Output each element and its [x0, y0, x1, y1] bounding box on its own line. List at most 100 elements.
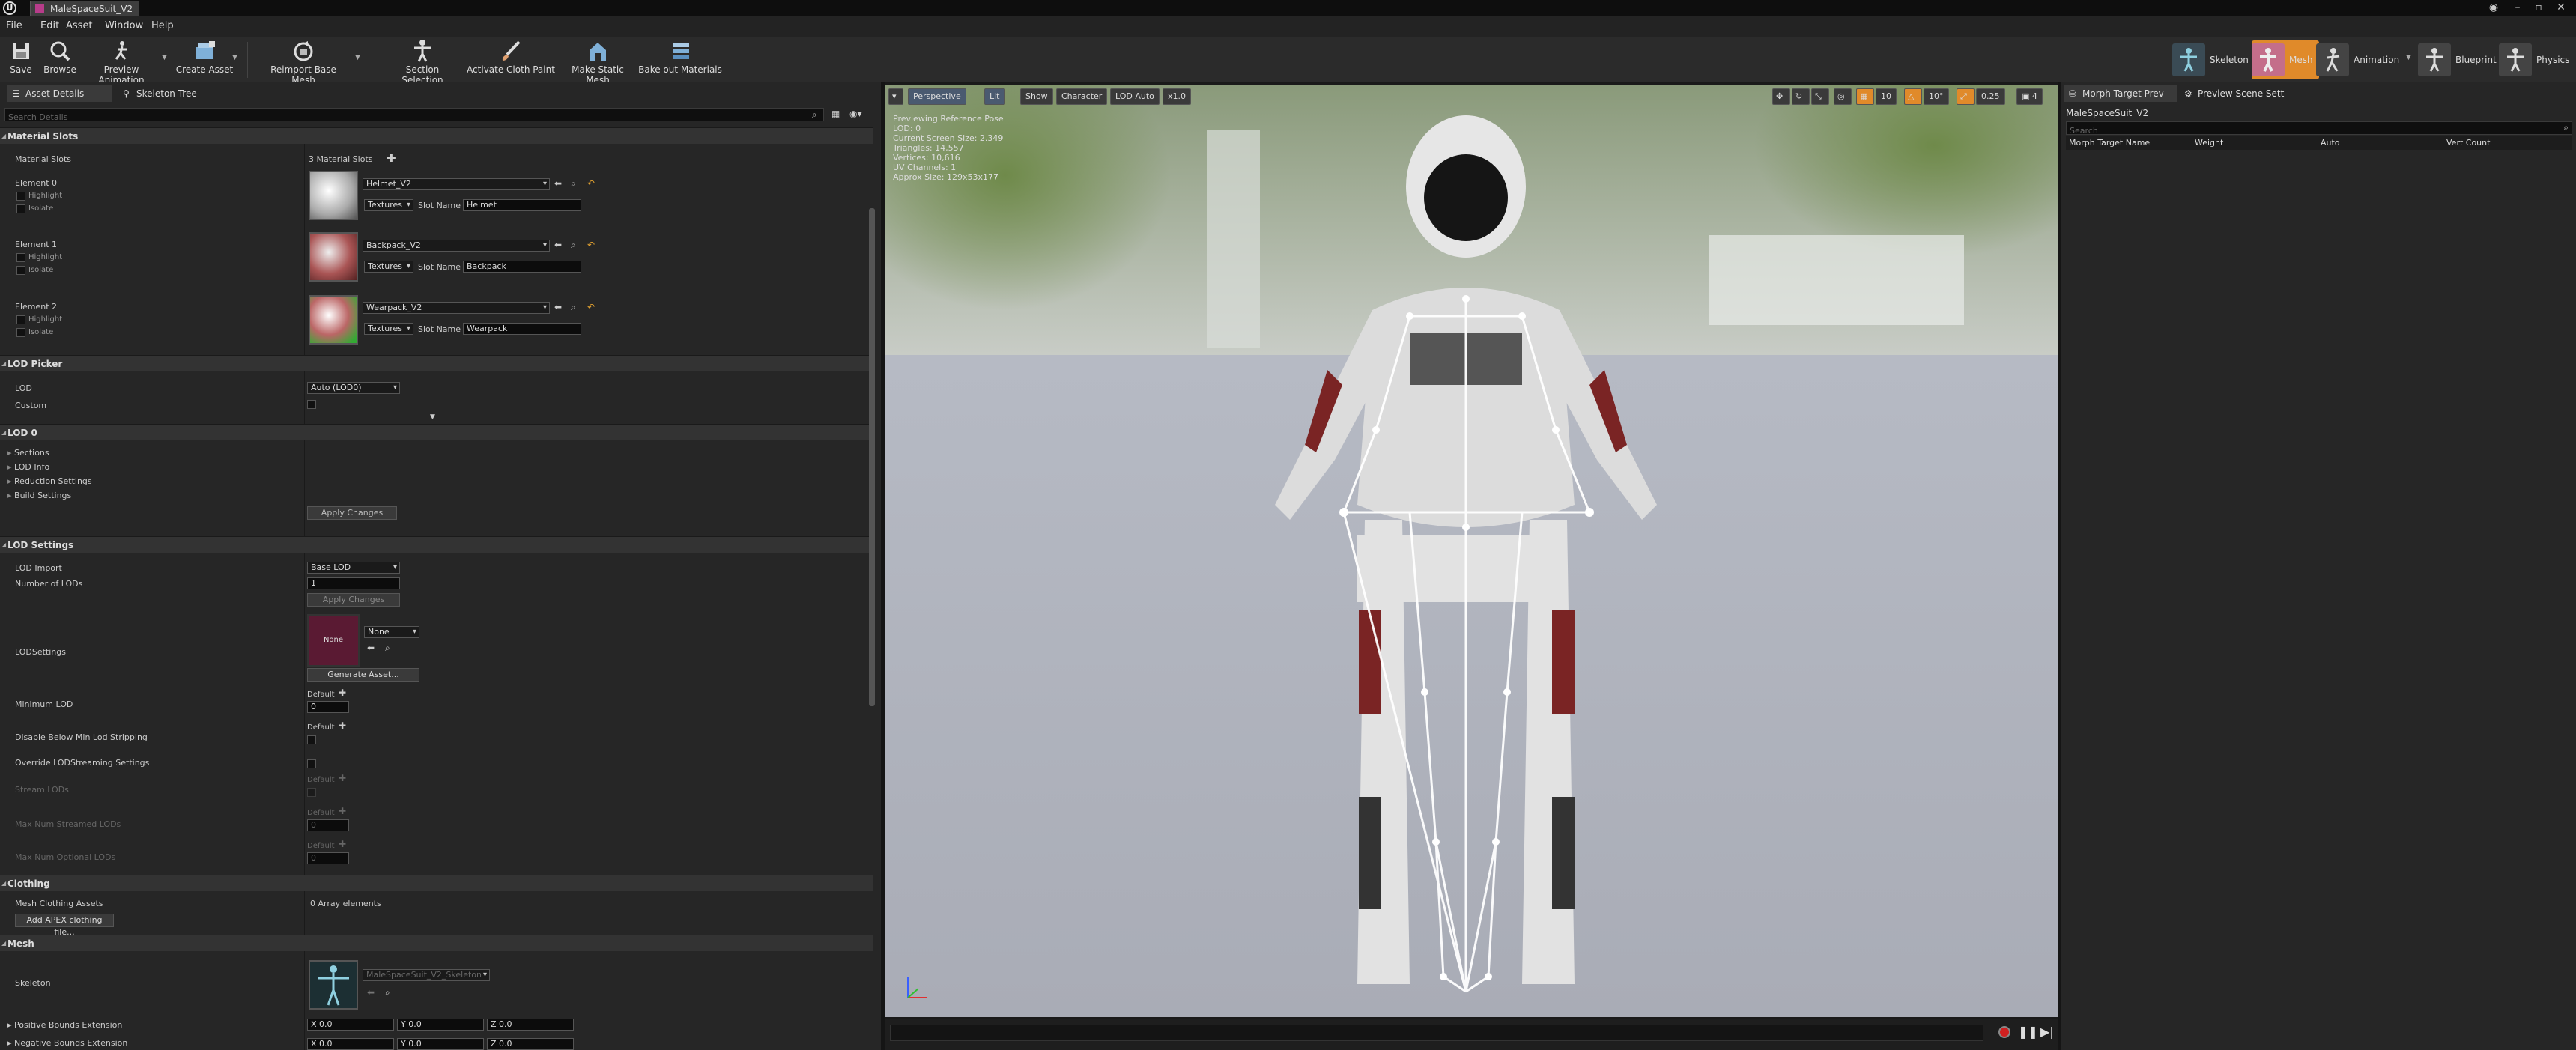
lodsettings-thumbnail[interactable]: None: [307, 614, 360, 667]
timeline-track[interactable]: [890, 1025, 1983, 1041]
element-0-textures-combo[interactable]: Textures: [364, 199, 413, 211]
expand-advanced-icon[interactable]: ▼: [430, 413, 435, 421]
record-button[interactable]: [1998, 1026, 2010, 1038]
positive-bounds-x-input[interactable]: X 0.0: [307, 1019, 394, 1031]
browse-asset-icon[interactable]: ⌕: [571, 240, 576, 251]
menu-file[interactable]: File: [6, 20, 22, 31]
make-static-mesh-button[interactable]: Make Static Mesh: [559, 39, 637, 85]
element-1-textures-combo[interactable]: Textures: [364, 261, 413, 273]
details-search-input[interactable]: Search Details: [4, 108, 824, 122]
viewport-scene[interactable]: [885, 85, 2058, 1017]
camera-speed-button[interactable]: ▣ 4: [2016, 88, 2043, 105]
details-scrollbar[interactable]: [869, 208, 875, 706]
browse-asset-icon[interactable]: ⌕: [385, 643, 390, 654]
positive-bounds-y-input[interactable]: Y 0.0: [397, 1019, 484, 1031]
add-apex-clothing-button[interactable]: Add APEX clothing file...: [15, 914, 114, 937]
animation-mode-dropdown-icon[interactable]: ▼: [2406, 54, 2411, 61]
negative-bounds-x-input[interactable]: X 0.0: [307, 1038, 394, 1050]
rotation-snap-icon[interactable]: △: [1904, 88, 1922, 105]
menu-asset[interactable]: Asset: [66, 20, 93, 31]
grid-snap-value[interactable]: 10: [1876, 88, 1897, 105]
column-auto[interactable]: Auto: [2321, 138, 2340, 148]
element-0-highlight-checkbox[interactable]: [16, 192, 25, 201]
use-selected-arrow-icon[interactable]: ⬅: [367, 643, 375, 653]
world-local-icon[interactable]: ◎: [1834, 88, 1852, 105]
reimport-base-mesh-button[interactable]: Reimport Base Mesh: [259, 39, 348, 85]
skeleton-thumbnail[interactable]: [309, 960, 358, 1010]
mode-mesh[interactable]: Mesh: [2252, 40, 2319, 79]
section-selection-button[interactable]: Section Selection: [385, 39, 460, 85]
mode-animation[interactable]: Animation: [2316, 40, 2399, 79]
material-thumbnail[interactable]: [309, 295, 358, 345]
column-vert-count[interactable]: Vert Count: [2446, 138, 2490, 148]
perspective-button[interactable]: Perspective: [908, 88, 966, 105]
add-override-icon[interactable]: ✚: [339, 688, 346, 698]
generate-asset-button[interactable]: Generate Asset...: [307, 668, 419, 682]
element-2-textures-combo[interactable]: Textures: [364, 323, 413, 335]
scale-icon[interactable]: ⤡: [1811, 88, 1829, 105]
grid-view-icon[interactable]: ▦: [831, 109, 840, 119]
use-selected-arrow-icon[interactable]: ⬅: [554, 240, 562, 250]
lod-info-expander[interactable]: LOD Info: [7, 462, 49, 472]
add-override-icon[interactable]: ✚: [339, 720, 346, 731]
element-0-isolate-checkbox[interactable]: [16, 204, 25, 213]
tab-morph-target-preview[interactable]: ⛁ Morph Target Prev: [2064, 85, 2177, 102]
element-1-highlight-checkbox[interactable]: [16, 253, 25, 262]
negative-bounds-expander[interactable]: ▸ Negative Bounds Extension: [7, 1038, 127, 1048]
pause-button[interactable]: ❚❚: [2018, 1025, 2038, 1039]
tab-asset-details[interactable]: ☰ Asset Details: [7, 85, 112, 102]
tab-preview-scene-settings[interactable]: ⚙ Preview Scene Sett: [2180, 85, 2292, 102]
maximize-button[interactable]: ▫: [2530, 1, 2547, 13]
category-lod-0[interactable]: LOD 0: [0, 424, 873, 441]
number-of-lods-input[interactable]: 1: [307, 577, 400, 589]
lod0-apply-changes-button[interactable]: Apply Changes: [307, 506, 397, 520]
person-icon[interactable]: ◉: [2485, 1, 2502, 13]
positive-bounds-z-input[interactable]: Z 0.0: [487, 1019, 574, 1031]
sections-expander[interactable]: Sections: [7, 448, 49, 458]
reset-arrow-icon[interactable]: ↶: [587, 240, 595, 250]
morph-search-input[interactable]: Search ⌕: [2066, 121, 2572, 136]
positive-bounds-expander[interactable]: ▸ Positive Bounds Extension: [7, 1020, 122, 1030]
scale-snap-value[interactable]: 0.25: [1976, 88, 2005, 105]
reimport-dropdown-icon[interactable]: ▼: [355, 54, 360, 61]
use-selected-arrow-icon[interactable]: ⬅: [554, 178, 562, 189]
preview-animation-dropdown-icon[interactable]: ▼: [162, 54, 167, 61]
browse-button[interactable]: Browse: [42, 39, 78, 81]
add-slot-icon[interactable]: ✚: [387, 151, 396, 165]
element-2-isolate-checkbox[interactable]: [16, 328, 25, 337]
browse-asset-icon[interactable]: ⌕: [571, 302, 576, 313]
reset-arrow-icon[interactable]: ↶: [587, 178, 595, 189]
disable-below-min-lod-checkbox[interactable]: [307, 735, 316, 744]
viewport-options-dropdown[interactable]: ▾: [888, 88, 903, 105]
rotation-snap-value[interactable]: 10°: [1924, 88, 1949, 105]
scale-snap-icon[interactable]: ⤢: [1957, 88, 1975, 105]
lod-settings-apply-changes-button[interactable]: Apply Changes: [307, 593, 400, 607]
eye-visibility-icon[interactable]: ◉▾: [849, 109, 862, 119]
grid-snap-icon[interactable]: ▦: [1856, 88, 1874, 105]
override-lod-streaming-checkbox[interactable]: [307, 759, 316, 768]
element-2-material-combo[interactable]: Wearpack_V2: [363, 302, 550, 314]
category-clothing[interactable]: Clothing: [0, 875, 873, 892]
material-thumbnail[interactable]: [309, 171, 358, 220]
playback-speed-button[interactable]: x1.0: [1163, 88, 1192, 105]
element-0-material-combo[interactable]: Helmet_V2: [363, 178, 550, 190]
save-button[interactable]: Save: [4, 39, 37, 81]
browse-asset-icon[interactable]: ⌕: [571, 178, 576, 189]
element-0-slot-name-input[interactable]: Helmet: [463, 199, 581, 211]
negative-bounds-z-input[interactable]: Z 0.0: [487, 1038, 574, 1050]
build-settings-expander[interactable]: Build Settings: [7, 491, 71, 500]
viewport[interactable]: ▾ Perspective Lit Show Character LOD Aut…: [885, 82, 2058, 1050]
column-morph-target-name[interactable]: Morph Target Name: [2069, 138, 2150, 148]
mode-blueprint[interactable]: Blueprint: [2418, 40, 2497, 79]
reset-arrow-icon[interactable]: ↶: [587, 302, 595, 312]
custom-checkbox[interactable]: [307, 400, 316, 409]
reduction-settings-expander[interactable]: Reduction Settings: [7, 476, 92, 486]
category-lod-settings[interactable]: LOD Settings: [0, 536, 873, 553]
character-button[interactable]: Character: [1056, 88, 1108, 105]
use-selected-arrow-icon[interactable]: ⬅: [554, 302, 562, 312]
preview-animation-button[interactable]: Preview Animation: [81, 39, 162, 85]
category-mesh[interactable]: Mesh: [0, 935, 873, 952]
tab-skeleton-tree[interactable]: ⚲ Skeleton Tree: [118, 85, 216, 102]
document-tab[interactable]: MaleSpaceSuit_V2: [30, 1, 139, 16]
step-forward-button[interactable]: ▶|: [2040, 1025, 2054, 1039]
